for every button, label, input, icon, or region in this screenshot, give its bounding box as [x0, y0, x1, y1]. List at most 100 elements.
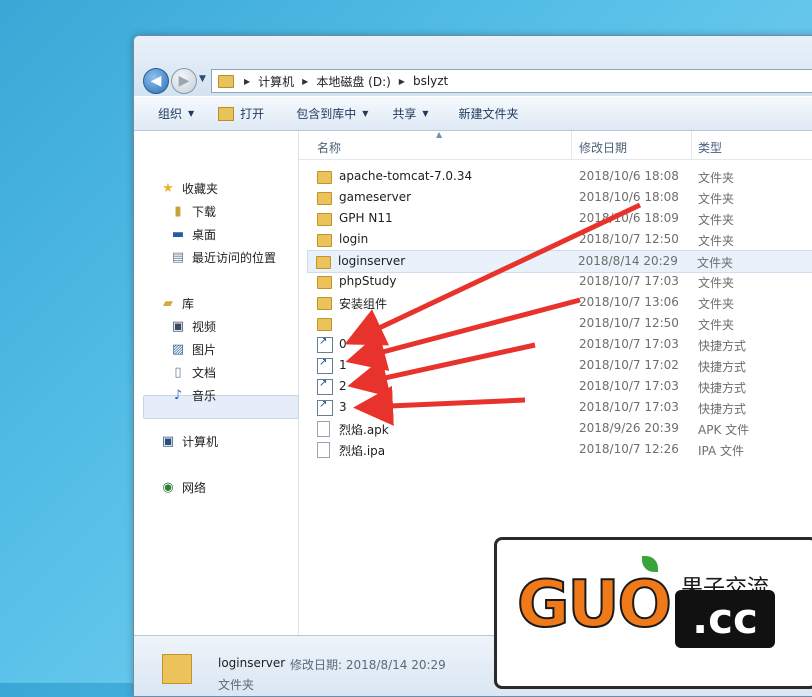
file-row[interactable]: 烈焰.apk 2018/9/26 20:39 APK 文件 — [309, 418, 812, 439]
column-date[interactable]: 修改日期 — [579, 139, 627, 156]
open-label: 打开 — [240, 107, 265, 121]
open-button[interactable]: 打开 — [206, 97, 276, 130]
column-name[interactable]: 名称 — [317, 139, 341, 156]
folder-icon — [317, 171, 332, 184]
nav-label: 最近访问的位置 — [192, 250, 277, 265]
nav-computer[interactable]: ▣ 计算机 — [160, 431, 218, 451]
file-type: APK 文件 — [698, 423, 750, 437]
file-row[interactable]: 2 2018/10/7 17:03 快捷方式 — [309, 376, 812, 397]
include-in-library-button[interactable]: 包含到库中 ▼ — [276, 97, 380, 130]
chevron-down-icon: ▼ — [188, 109, 195, 118]
watermark-logo: GUO 果子交流 .cc — [494, 537, 812, 689]
column-divider[interactable] — [691, 131, 692, 159]
folder-icon — [317, 213, 332, 226]
back-button[interactable]: ◀ — [143, 68, 169, 94]
file-name: gameserver — [339, 190, 412, 204]
file-icon — [317, 442, 330, 458]
file-row[interactable]: 烈焰.ipa 2018/10/7 12:26 IPA 文件 — [309, 439, 812, 460]
file-row[interactable]: gameserver 2018/10/6 18:08 文件夹 — [309, 187, 812, 208]
nav-label: 收藏夹 — [182, 181, 219, 196]
file-type: 文件夹 — [698, 213, 735, 227]
nav-documents[interactable]: ▯ 文档 — [170, 362, 216, 382]
file-type: 文件夹 — [697, 256, 734, 270]
shortcut-icon — [317, 399, 333, 416]
selected-item-type: 文件夹 — [218, 678, 255, 692]
file-row[interactable]: 2018/10/7 12:50 文件夹 — [309, 313, 812, 334]
file-type: 快捷方式 — [698, 339, 747, 353]
file-type: 快捷方式 — [698, 402, 747, 416]
chevron-right-icon[interactable]: ▶ — [399, 77, 405, 86]
nav-label: 下载 — [192, 204, 217, 219]
file-name: login — [339, 232, 369, 246]
file-row[interactable]: 0 2018/10/7 17:03 快捷方式 — [309, 334, 812, 355]
shortcut-icon — [317, 336, 333, 353]
file-date: 2018/10/6 18:09 — [579, 211, 679, 225]
file-row[interactable]: 3 2018/10/7 17:03 快捷方式 — [309, 397, 812, 418]
nav-selection-highlight — [143, 395, 299, 419]
file-name: GPH N11 — [339, 211, 393, 225]
logo-domain: .cc — [675, 590, 775, 648]
file-name: 烈焰.apk — [339, 423, 389, 437]
file-row[interactable]: GPH N11 2018/10/6 18:09 文件夹 — [309, 208, 812, 229]
nav-label: 库 — [182, 296, 195, 311]
nav-pictures[interactable]: ▨ 图片 — [170, 339, 216, 359]
music-icon: ♪ — [173, 387, 183, 403]
include-label: 包含到库中 — [296, 107, 357, 121]
nav-label: 桌面 — [192, 227, 217, 242]
sort-ascending-icon: ▲ — [436, 130, 443, 139]
nav-favorites[interactable]: ★ 收藏夹 — [160, 178, 218, 198]
selected-item-modified: 修改日期: 2018/8/14 20:29 — [290, 658, 446, 672]
breadcrumb-computer[interactable]: 计算机 — [258, 73, 294, 90]
file-date: 2018/10/7 17:03 — [579, 400, 679, 414]
file-row[interactable]: login 2018/10/7 12:50 文件夹 — [309, 229, 812, 250]
file-date: 2018/10/7 17:03 — [579, 274, 679, 288]
file-type: 文件夹 — [698, 318, 735, 332]
chevron-right-icon[interactable]: ▶ — [302, 77, 308, 86]
new-folder-button[interactable]: 新建文件夹 — [441, 97, 531, 130]
file-date: 2018/8/14 20:29 — [578, 254, 678, 268]
nav-libraries[interactable]: ▰ 库 — [160, 293, 194, 313]
forward-button[interactable]: ▶ — [171, 68, 197, 94]
chevron-down-icon: ▼ — [422, 109, 429, 118]
file-type: 文件夹 — [698, 234, 735, 248]
file-date: 2018/10/7 17:03 — [579, 379, 679, 393]
organize-label: 组织 — [158, 107, 183, 121]
history-dropdown-icon[interactable]: ▼ — [199, 74, 206, 84]
nav-recent-places[interactable]: ▤ 最近访问的位置 — [170, 247, 276, 267]
file-row[interactable]: 安装组件 2018/10/7 13:06 文件夹 — [309, 292, 812, 313]
nav-label: 文档 — [192, 365, 217, 380]
command-bar: 组织 ▼ 打开 包含到库中 ▼ 共享 ▼ 新建文件夹 — [134, 97, 812, 131]
file-type: IPA 文件 — [698, 444, 745, 458]
file-row[interactable]: phpStudy 2018/10/7 17:03 文件夹 — [309, 271, 812, 292]
file-type: 文件夹 — [698, 276, 735, 290]
breadcrumb-folder[interactable]: bslyzt — [413, 74, 448, 88]
chevron-right-icon[interactable]: ▶ — [244, 77, 250, 86]
nav-desktop[interactable]: ▬ 桌面 — [170, 224, 216, 244]
download-folder-icon: ▮ — [174, 203, 182, 219]
file-type: 文件夹 — [698, 171, 735, 185]
file-type: 快捷方式 — [698, 360, 747, 374]
star-icon: ★ — [162, 180, 174, 196]
nav-label: 图片 — [192, 342, 217, 357]
nav-label: 视频 — [192, 319, 217, 334]
nav-label: 音乐 — [192, 388, 217, 403]
nav-downloads[interactable]: ▮ 下载 — [170, 201, 216, 221]
folder-icon — [317, 276, 332, 289]
column-divider[interactable] — [571, 131, 572, 159]
nav-videos[interactable]: ▣ 视频 — [170, 316, 216, 336]
file-date: 2018/10/7 17:03 — [579, 337, 679, 351]
nav-network[interactable]: ◉ 网络 — [160, 477, 206, 497]
file-row[interactable]: 1 2018/10/7 17:02 快捷方式 — [309, 355, 812, 376]
folder-icon — [317, 192, 332, 205]
arrow-left-icon: ◀ — [150, 73, 162, 89]
share-button[interactable]: 共享 ▼ — [380, 97, 440, 130]
folder-icon — [317, 234, 332, 247]
organize-button[interactable]: 组织 ▼ — [134, 97, 206, 130]
file-icon — [317, 421, 330, 437]
breadcrumb-drive[interactable]: 本地磁盘 (D:) — [316, 73, 390, 90]
file-row[interactable]: loginserver 2018/8/14 20:29 文件夹 — [307, 250, 812, 273]
address-bar[interactable]: ▶ 计算机 ▶ 本地磁盘 (D:) ▶ bslyzt — [211, 69, 812, 93]
column-type[interactable]: 类型 — [698, 139, 722, 156]
file-row[interactable]: apache-tomcat-7.0.34 2018/10/6 18:08 文件夹 — [309, 166, 812, 187]
nav-music[interactable]: ♪ 音乐 — [170, 385, 216, 405]
